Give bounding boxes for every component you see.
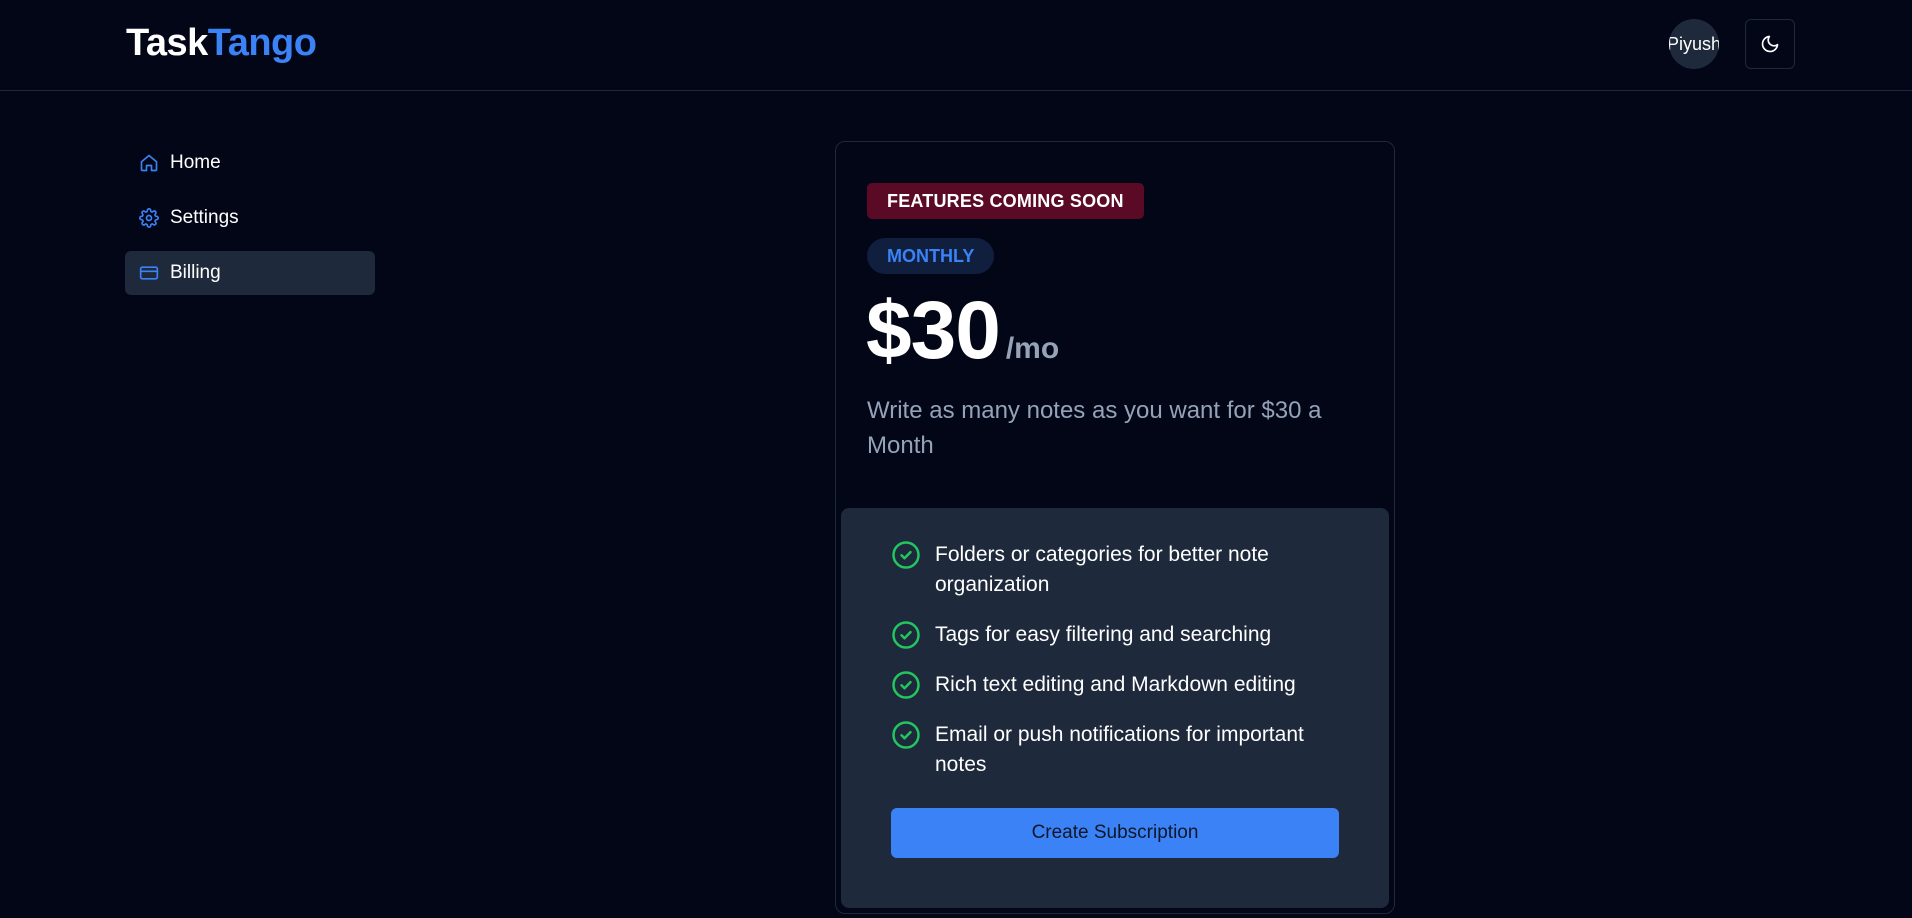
- logo-text-task: Task: [126, 22, 208, 64]
- feature-item: Rich text editing and Markdown editing: [891, 670, 1315, 700]
- sidebar-item-label: Home: [170, 152, 221, 173]
- check-circle-icon: [892, 721, 920, 749]
- price-period: /mo: [1005, 332, 1060, 365]
- sidebar-nav: Home Settings Billing: [125, 141, 375, 306]
- top-header: TaskTango Piyush: [0, 0, 1912, 91]
- pricing-card: FEATURES COMING SOON MONTHLY $30 /mo Wri…: [835, 141, 1395, 914]
- price-amount: $30: [866, 285, 1001, 376]
- coming-soon-badge: FEATURES COMING SOON: [867, 183, 1144, 219]
- feature-text: Folders or categories for better note or…: [935, 543, 1269, 596]
- feature-item: Tags for easy filtering and searching: [891, 620, 1315, 650]
- home-icon: [139, 153, 159, 173]
- feature-text: Email or push notifications for importan…: [935, 723, 1304, 776]
- check-circle-icon: [892, 671, 920, 699]
- billing-interval-badge: MONTHLY: [867, 238, 995, 274]
- sidebar-item-label: Settings: [170, 207, 239, 228]
- feature-item: Folders or categories for better note or…: [891, 540, 1315, 600]
- feature-text: Rich text editing and Markdown editing: [935, 673, 1296, 696]
- sidebar-item-label: Billing: [170, 262, 221, 283]
- feature-item: Email or push notifications for importan…: [891, 720, 1315, 780]
- plan-description: Write as many notes as you want for $30 …: [867, 397, 1322, 459]
- credit-card-icon: [139, 263, 159, 283]
- features-panel: Folders or categories for better note or…: [841, 508, 1389, 908]
- check-circle-icon: [892, 541, 920, 569]
- theme-toggle-button[interactable]: [1745, 19, 1795, 69]
- user-avatar[interactable]: Piyush: [1669, 19, 1719, 69]
- price-display: $30 /mo: [866, 284, 1059, 378]
- gear-icon: [139, 208, 159, 228]
- logo-text-tango: Tango: [207, 22, 317, 64]
- feature-text: Tags for easy filtering and searching: [935, 623, 1272, 646]
- app-logo[interactable]: TaskTango: [126, 22, 317, 65]
- sidebar-item-billing[interactable]: Billing: [125, 251, 375, 295]
- create-subscription-button[interactable]: Create Subscription: [891, 808, 1339, 858]
- moon-icon: [1761, 35, 1779, 53]
- check-circle-icon: [892, 621, 920, 649]
- sidebar-item-settings[interactable]: Settings: [125, 196, 375, 240]
- sidebar-item-home[interactable]: Home: [125, 141, 375, 185]
